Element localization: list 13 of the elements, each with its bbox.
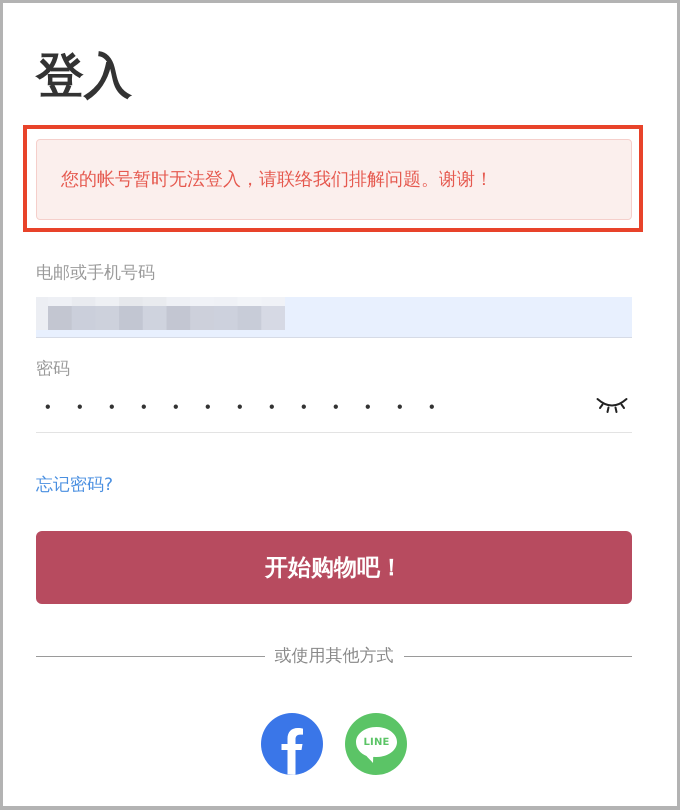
email-label: 电邮或手机号码 (36, 262, 155, 285)
password-masked-value: ••••••••••••• (45, 398, 462, 418)
divider-text: 或使用其他方式 (274, 645, 394, 668)
forgot-password-link[interactable]: 忘记密码? (36, 475, 114, 495)
password-input-field[interactable]: ••••••••••••• (36, 381, 632, 433)
facebook-logo-icon[interactable] (261, 713, 323, 775)
submit-button[interactable]: 开始购物吧！ (36, 531, 632, 604)
password-label: 密码 (36, 358, 70, 381)
closed-eye-icon[interactable] (596, 396, 628, 414)
speech-bubble-icon (356, 727, 397, 763)
email-input-field[interactable] (36, 297, 632, 338)
page-title: 登入 (36, 47, 132, 105)
error-message: 您的帐号暂时无法登入，请联络我们排解问题。谢谢！ (61, 168, 493, 192)
